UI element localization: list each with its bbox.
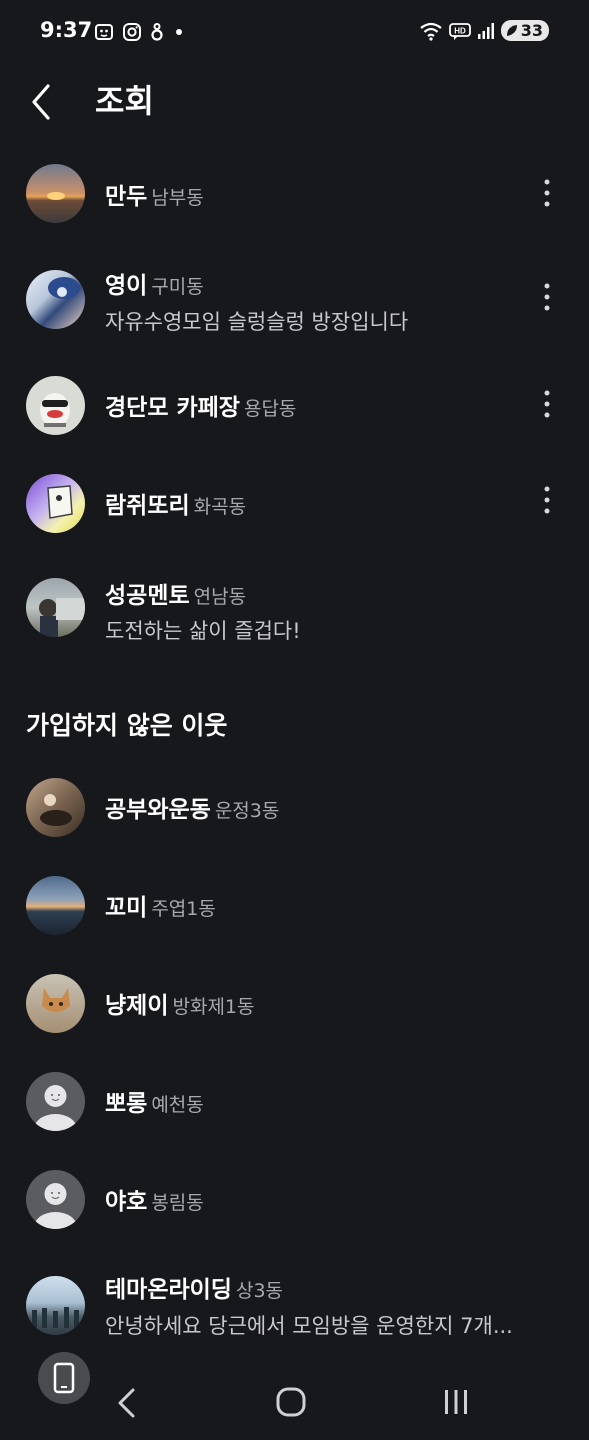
avatar [26,474,85,533]
user-name: 영이 [105,273,148,299]
dot-icon [176,29,182,35]
system-nav-bar [0,1370,589,1434]
default-avatar-icon [26,1072,85,1131]
user-area: 용답동 [243,398,297,420]
default-avatar-icon [26,1170,85,1229]
threads-icon [151,23,163,41]
list-item[interactable]: 야호 봉림동 [0,1148,589,1246]
system-icons: HD 33 [419,20,549,41]
user-area: 상3동 [235,1280,284,1302]
header: 조회 [0,70,589,126]
battery-saver-icon [506,24,517,36]
name-line: 야호 봉림동 [105,1182,204,1216]
list-item[interactable]: 냥제이 방화제1동 [0,952,589,1050]
more-options-button[interactable] [533,173,561,213]
user-area: 예천동 [151,1094,204,1116]
section-title-not-joined: 가입하지 않은 이웃 [26,711,228,740]
avatar [26,974,85,1033]
name-line: 뽀롱 예천동 [105,1084,204,1118]
avatar [26,164,85,223]
name-line: 영이 구미동 [105,266,204,300]
user-area: 운정3동 [214,800,280,822]
list-item[interactable]: 람쥐또리 화곡동 [0,456,589,552]
more-vertical-icon [544,283,550,311]
user-name: 공부와운동 [105,797,211,823]
user-name: 뽀롱 [105,1091,148,1117]
user-bio: 도전하는 삶이 즐겁다! [105,619,301,643]
name-line: 꼬미 주엽1동 [105,888,216,922]
list-item[interactable]: 경단모 카페장 용답동 [0,360,589,456]
name-line: 경단모 카페장 용답동 [105,388,296,422]
user-name: 성공멘토 [105,583,190,609]
more-vertical-icon [544,390,550,418]
screen: 9:37 HD 33 조회 만두 남부동 영이 구미동 자유수영모임 슬렁슬렁 … [0,0,589,1440]
avatar [26,1276,85,1335]
hd-voice-icon: HD [448,22,471,40]
name-line: 만두 남부동 [105,177,204,211]
list-item[interactable]: 영이 구미동 자유수영모임 슬렁슬렁 방장입니다 [0,242,589,360]
page-title: 조회 [95,82,154,120]
battery-indicator: 33 [500,20,549,41]
wifi-icon [420,22,442,41]
face-scan-icon [95,24,113,40]
status-bar: 9:37 HD 33 [0,0,589,64]
user-area: 방화제1동 [172,996,255,1018]
user-area: 주엽1동 [151,898,216,920]
more-vertical-icon [544,179,550,207]
instagram-icon [123,23,141,41]
list-item[interactable]: 성공멘토 연남동 도전하는 삶이 즐겁다! [0,552,589,670]
name-line: 테마온라이딩 상3동 [105,1270,283,1304]
user-area: 연남동 [193,586,247,608]
user-name: 야호 [105,1189,148,1215]
user-name: 만두 [105,184,148,210]
list-item[interactable]: 꼬미 주엽1동 [0,854,589,952]
list-item[interactable]: 테마온라이딩 상3동 안녕하세요 당근에서 모임방을 운영한지 7개... [0,1246,589,1356]
list-item[interactable]: 공부와운동 운정3동 [0,756,589,854]
nav-back-icon[interactable] [112,1386,142,1420]
user-bio: 자유수영모임 슬렁슬렁 방장입니다 [105,310,409,334]
avatar [26,578,85,637]
avatar [26,376,85,435]
avatar [26,270,85,329]
nav-home-icon[interactable] [275,1386,307,1418]
user-area: 화곡동 [193,496,247,518]
user-name: 냥제이 [105,993,169,1019]
avatar [26,876,85,935]
battery-level: 33 [520,21,543,40]
notification-icons [94,22,186,42]
more-options-button[interactable] [533,480,561,520]
user-name: 경단모 카페장 [105,395,240,421]
name-line: 공부와운동 운정3동 [105,790,279,824]
more-vertical-icon [544,486,550,514]
more-options-button[interactable] [533,277,561,317]
name-line: 람쥐또리 화곡동 [105,486,246,520]
more-options-button[interactable] [533,384,561,424]
user-area: 남부동 [151,187,204,209]
svg-text:HD: HD [454,26,466,35]
user-name: 꼬미 [105,895,148,921]
name-line: 성공멘토 연남동 [105,576,246,610]
list-item[interactable]: 만두 남부동 [0,142,589,242]
user-name: 람쥐또리 [105,493,190,519]
name-line: 냥제이 방화제1동 [105,986,255,1020]
list-item[interactable]: 뽀롱 예천동 [0,1050,589,1148]
avatar [26,778,85,837]
user-name: 테마온라이딩 [105,1277,232,1303]
signal-icon [477,22,494,39]
user-area: 구미동 [151,276,204,298]
chevron-left-icon [32,84,50,120]
user-area: 봉림동 [151,1192,204,1214]
status-time: 9:37 [40,18,93,42]
back-button[interactable] [22,76,62,120]
user-bio: 안녕하세요 당근에서 모임방을 운영한지 7개... [105,1314,513,1338]
nav-recents-icon[interactable] [440,1386,472,1418]
